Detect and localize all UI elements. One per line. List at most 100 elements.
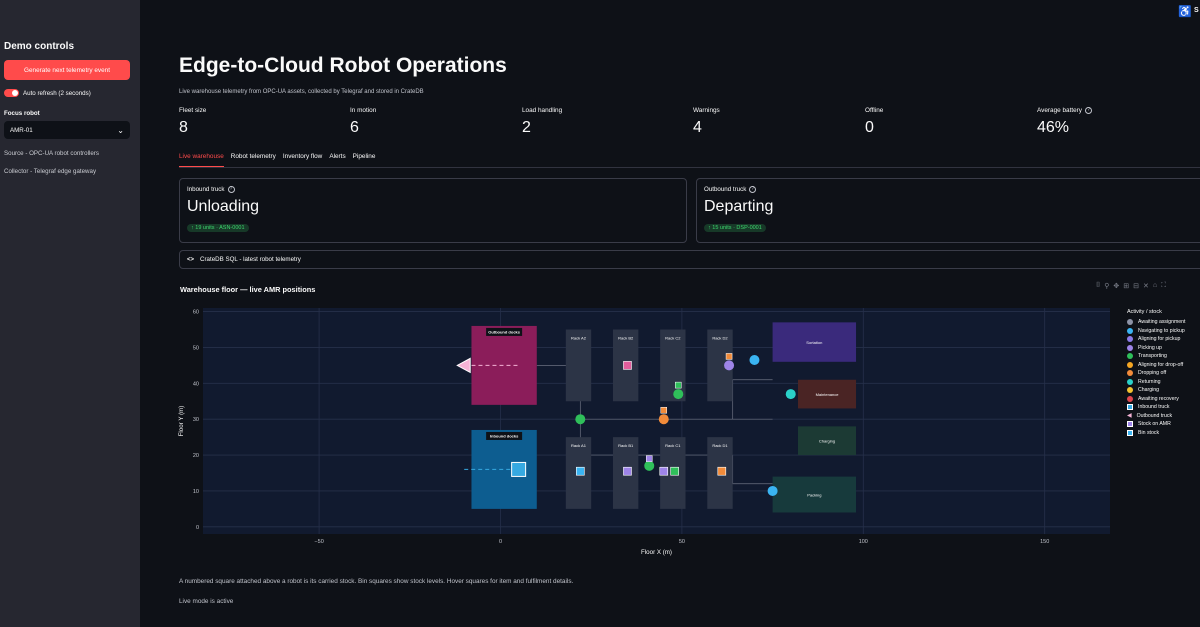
bin-stock-square <box>670 466 679 476</box>
card-label-text: Outbound truck <box>704 186 747 193</box>
tab-pipeline[interactable]: Pipeline <box>353 153 376 167</box>
tab-bar: Live warehouse Robot telemetry Inventory… <box>179 153 375 167</box>
y-tick-label: 40 <box>193 381 199 387</box>
metric-in-motion: In motion 6 <box>350 107 376 137</box>
legend-item[interactable]: Navigating to pickup <box>1127 327 1185 336</box>
help-icon[interactable]: ? <box>1085 107 1092 114</box>
card-value: Unloading <box>187 198 260 215</box>
chart-legend: Activity / stock Awaiting assignment Navi… <box>1127 309 1185 437</box>
card-value: Departing <box>704 198 774 215</box>
legend-label: Bin stock <box>1138 429 1160 436</box>
zone-label: Maintenance <box>816 392 840 397</box>
legend-item[interactable]: Aligning for pickup <box>1127 335 1185 344</box>
home-icon[interactable]: ⌂ <box>1153 282 1157 290</box>
robot-marker <box>644 460 655 471</box>
metric-average-battery: Average battery? 46% <box>1037 107 1092 137</box>
legend-label: Inbound truck <box>1138 404 1170 411</box>
legend-item[interactable]: Awaiting assignment <box>1127 318 1185 327</box>
x-axis-title: Floor X (m) <box>641 549 672 556</box>
zone-label: Sortation <box>806 340 822 345</box>
legend-item[interactable]: Picking up <box>1127 344 1185 353</box>
legend-label: Navigating to pickup <box>1138 327 1185 334</box>
tab-inventory-flow[interactable]: Inventory flow <box>283 153 322 167</box>
card-label: Inbound truck? <box>187 186 679 193</box>
legend-item[interactable]: Dropping off <box>1127 369 1185 378</box>
metric-label: Warnings <box>693 107 720 114</box>
legend-square-icon <box>1127 404 1133 411</box>
robot-marker <box>673 389 684 400</box>
auto-refresh-toggle[interactable] <box>4 89 19 97</box>
zoom-icon[interactable]: ⚲ <box>1104 282 1109 290</box>
zoom-out-icon[interactable]: ⊟ <box>1133 282 1139 290</box>
carried-stock-square <box>725 353 733 360</box>
zone-label: Packing <box>807 493 821 498</box>
live-mode-status: Live mode is active <box>179 598 234 605</box>
robot-marker <box>724 360 735 371</box>
legend-triangle-icon: ◀ <box>1127 413 1132 420</box>
zone-label: Rack B1 <box>618 443 634 448</box>
robot-marker <box>785 389 796 400</box>
legend-label: Aligning for drop-off <box>1138 361 1184 368</box>
legend-dot-icon <box>1127 361 1133 368</box>
focus-robot-label: Focus robot <box>4 110 40 117</box>
tab-robot-telemetry[interactable]: Robot telemetry <box>231 153 276 167</box>
legend-item[interactable]: Awaiting recovery <box>1127 395 1185 404</box>
zone-label: Outbound docks <box>488 329 521 334</box>
warehouse-floor-chart[interactable]: 0 10 20 30 40 50 60 −50 0 50 100 150 Outbound docks I… <box>170 298 1120 563</box>
legend-item[interactable]: Stock on AMR <box>1127 420 1185 429</box>
robot-marker <box>749 355 760 366</box>
legend-item[interactable]: ◀ Outbound truck <box>1127 412 1185 421</box>
metric-load-handling: Load handling 2 <box>522 107 562 137</box>
sidebar-title: Demo controls <box>4 41 75 52</box>
x-tick-label: 150 <box>1040 539 1049 545</box>
pan-icon[interactable]: ✥ <box>1113 282 1119 290</box>
zoom-in-icon[interactable]: ⊞ <box>1123 282 1129 290</box>
legend-dot-icon <box>1127 344 1133 351</box>
legend-dot-icon <box>1127 336 1133 343</box>
fullscreen-icon[interactable]: ⛶ <box>1161 282 1166 290</box>
metric-value: 46% <box>1037 119 1070 136</box>
bin-stock-square <box>623 361 632 370</box>
expander-label: CrateDB SQL - latest robot telemetry <box>200 256 301 263</box>
legend-item[interactable]: Aligning for drop-off <box>1127 361 1185 370</box>
collector-caption: Collector - Telegraf edge gateway <box>4 168 97 175</box>
camera-icon[interactable]: ⌷ <box>1096 282 1100 290</box>
legend-item[interactable]: Returning <box>1127 378 1185 387</box>
robot-marker <box>575 414 586 425</box>
plot-area <box>203 308 1110 534</box>
plot-modebar: ⌷ ⚲ ✥ ⊞ ⊟ ✕ ⌂ ⛶ <box>1096 282 1166 290</box>
metric-label: In motion <box>350 107 377 114</box>
legend-dot-icon <box>1127 319 1133 326</box>
zone-label: Inbound docks <box>490 433 519 438</box>
tab-live-warehouse[interactable]: Live warehouse <box>179 153 224 167</box>
focus-robot-select[interactable]: AMR-01 ⌄ <box>4 121 130 139</box>
card-delta: ↑ 15 units · DSP-0001 <box>704 224 766 232</box>
generate-telemetry-button[interactable]: Generate next telemetry event <box>4 60 130 80</box>
accessibility-icon[interactable]: ♿ <box>1178 5 1192 18</box>
carried-stock-square <box>645 455 653 462</box>
sql-expander[interactable]: <> CrateDB SQL - latest robot telemetry <box>179 250 1200 269</box>
auto-refresh-row[interactable]: Auto refresh (2 seconds) <box>4 89 91 97</box>
zone-label: Rack B2 <box>618 336 634 341</box>
legend-item[interactable]: Bin stock <box>1127 429 1185 438</box>
metric-value: 4 <box>693 119 702 136</box>
tab-alerts[interactable]: Alerts <box>329 153 345 167</box>
legend-item[interactable]: Charging <box>1127 386 1185 395</box>
help-icon[interactable]: ? <box>749 186 757 193</box>
legend-dot-icon <box>1127 378 1133 385</box>
legend-dot-icon <box>1127 353 1133 360</box>
plot-title: Warehouse floor — live AMR positions <box>180 285 316 294</box>
legend-label: Awaiting assignment <box>1138 319 1186 326</box>
legend-item[interactable]: Inbound truck <box>1127 403 1185 412</box>
legend-item[interactable]: Transporting <box>1127 352 1185 361</box>
code-icon: <> <box>187 256 195 263</box>
y-tick-label: 20 <box>193 453 199 459</box>
autoscale-icon[interactable]: ✕ <box>1143 282 1149 290</box>
legend-label: Returning <box>1138 378 1161 385</box>
page-subtitle: Live warehouse telemetry from OPC-UA ass… <box>179 89 424 95</box>
zone-label: Rack C1 <box>665 443 681 448</box>
zone-label: Rack A1 <box>571 443 587 448</box>
help-icon[interactable]: ? <box>227 186 235 193</box>
legend-label: Stock on AMR <box>1138 421 1171 428</box>
metric-warnings: Warnings 4 <box>693 107 720 137</box>
